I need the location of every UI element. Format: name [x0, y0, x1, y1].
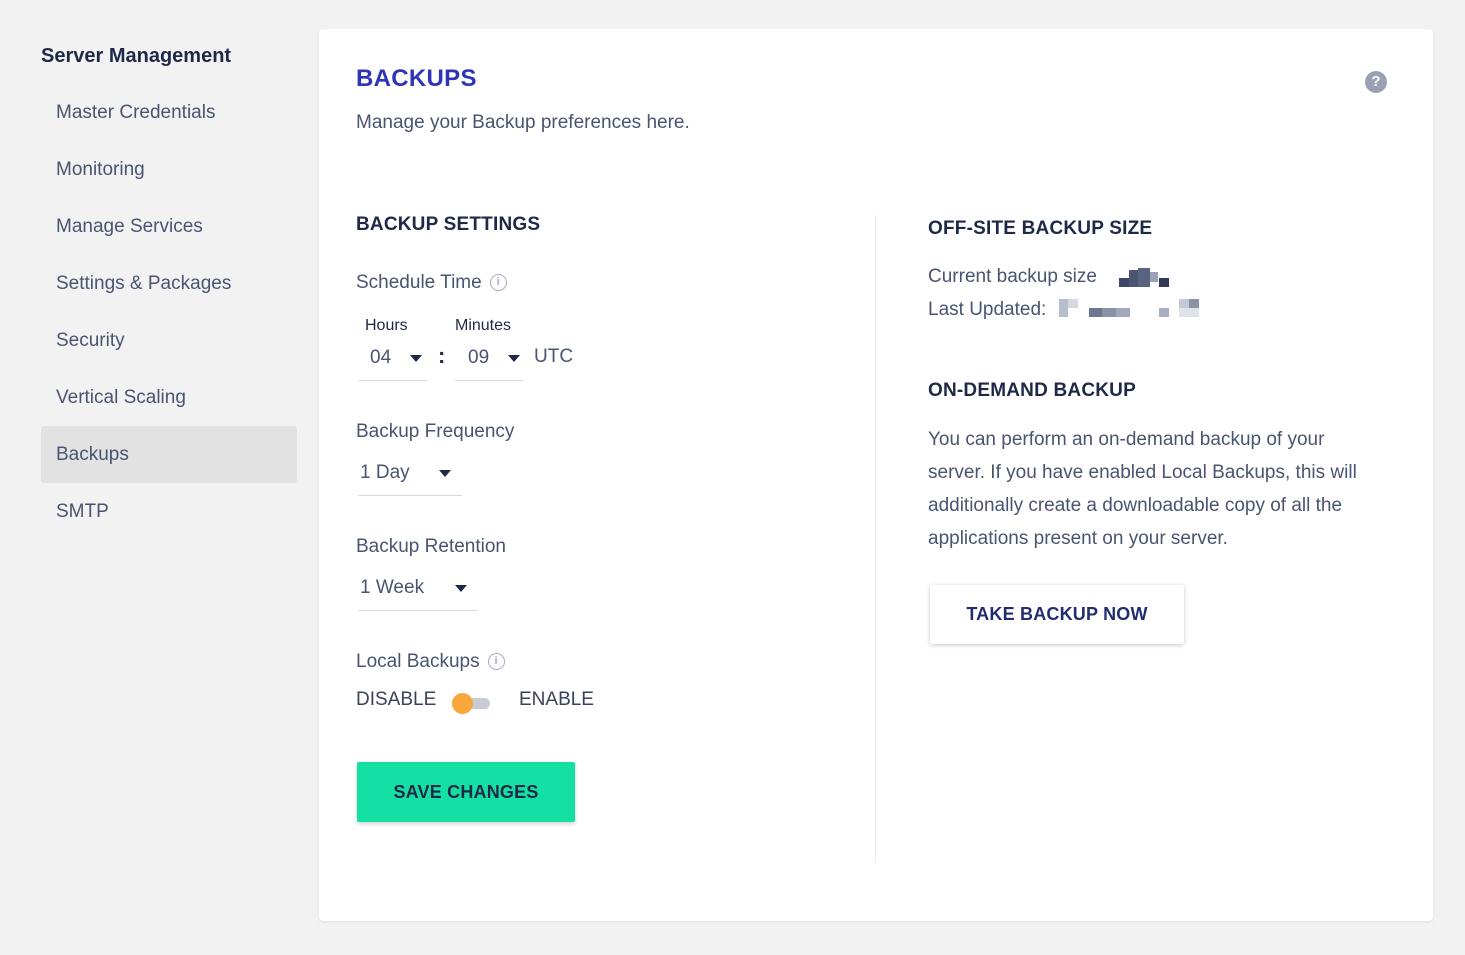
chevron-down-icon: [410, 355, 422, 362]
hours-label: Hours: [365, 317, 408, 334]
schedule-time-text: Schedule Time: [356, 272, 482, 293]
description-line: You can perform an on-demand backup of y…: [928, 429, 1325, 450]
redacted-size-value: [1119, 268, 1171, 288]
sidebar-item-vertical-scaling[interactable]: Vertical Scaling: [41, 369, 297, 426]
on-demand-description: You can perform an on-demand backup of y…: [928, 423, 1408, 555]
redacted-date-value: [1059, 299, 1211, 319]
sidebar-item-settings-packages[interactable]: Settings & Packages: [41, 255, 297, 312]
chevron-down-icon: [439, 470, 451, 477]
sidebar-item-master-credentials[interactable]: Master Credentials: [41, 84, 297, 141]
question-circle-icon[interactable]: ?: [1365, 71, 1387, 93]
time-separator: :: [438, 343, 446, 368]
enable-label: ENABLE: [519, 689, 594, 710]
sidebar-item-manage-services[interactable]: Manage Services: [41, 198, 297, 255]
backup-settings-heading: BACKUP SETTINGS: [356, 214, 541, 235]
backup-frequency-value: 1 Day: [360, 462, 410, 483]
backup-retention-select[interactable]: 1 Week: [358, 575, 478, 611]
timezone-label: UTC: [534, 346, 574, 367]
last-updated-label: Last Updated:: [928, 299, 1047, 320]
minutes-value: 09: [468, 347, 490, 368]
page-subtitle: Manage your Backup preferences here.: [356, 112, 690, 133]
description-line: applications present on your server.: [928, 528, 1228, 549]
sidebar: Server Management Master Credentials Mon…: [41, 40, 297, 540]
hours-select[interactable]: 04: [358, 345, 427, 381]
sidebar-item-security[interactable]: Security: [41, 312, 297, 369]
backup-frequency-select[interactable]: 1 Day: [358, 460, 462, 496]
toggle-knob: [452, 693, 473, 714]
sidebar-item-backups[interactable]: Backups: [41, 426, 297, 483]
info-icon[interactable]: i: [489, 274, 507, 291]
current-backup-size-label: Current backup size: [928, 266, 1097, 287]
backup-retention-label: Backup Retention: [356, 536, 506, 557]
info-icon[interactable]: i: [487, 653, 505, 670]
local-backups-text: Local Backups: [356, 651, 480, 672]
chevron-down-icon: [455, 585, 467, 592]
backup-frequency-label: Backup Frequency: [356, 421, 515, 442]
disable-label: DISABLE: [356, 689, 437, 710]
local-backups-label: Local Backups i: [356, 651, 505, 673]
backup-retention-value: 1 Week: [360, 577, 425, 598]
sidebar-item-monitoring[interactable]: Monitoring: [41, 141, 297, 198]
on-demand-backup-heading: ON-DEMAND BACKUP: [928, 380, 1136, 401]
offsite-backup-size-heading: OFF-SITE BACKUP SIZE: [928, 218, 1153, 239]
backups-card: BACKUPS Manage your Backup preferences h…: [319, 29, 1433, 921]
save-changes-button[interactable]: SAVE CHANGES: [357, 762, 575, 822]
hours-value: 04: [370, 347, 392, 368]
take-backup-now-button[interactable]: TAKE BACKUP NOW: [930, 585, 1184, 644]
description-line: additionally create a downloadable copy …: [928, 495, 1343, 516]
minutes-select[interactable]: 09: [455, 345, 523, 381]
page-title: BACKUPS: [356, 65, 477, 92]
column-divider: [875, 215, 876, 863]
description-line: server. If you have enabled Local Backup…: [928, 462, 1357, 483]
local-backups-toggle[interactable]: [452, 693, 490, 714]
schedule-time-label: Schedule Time i: [356, 272, 507, 294]
sidebar-item-smtp[interactable]: SMTP: [41, 483, 297, 540]
minutes-label: Minutes: [455, 317, 512, 334]
chevron-down-icon: [508, 355, 520, 362]
sidebar-title: Server Management: [41, 45, 232, 67]
